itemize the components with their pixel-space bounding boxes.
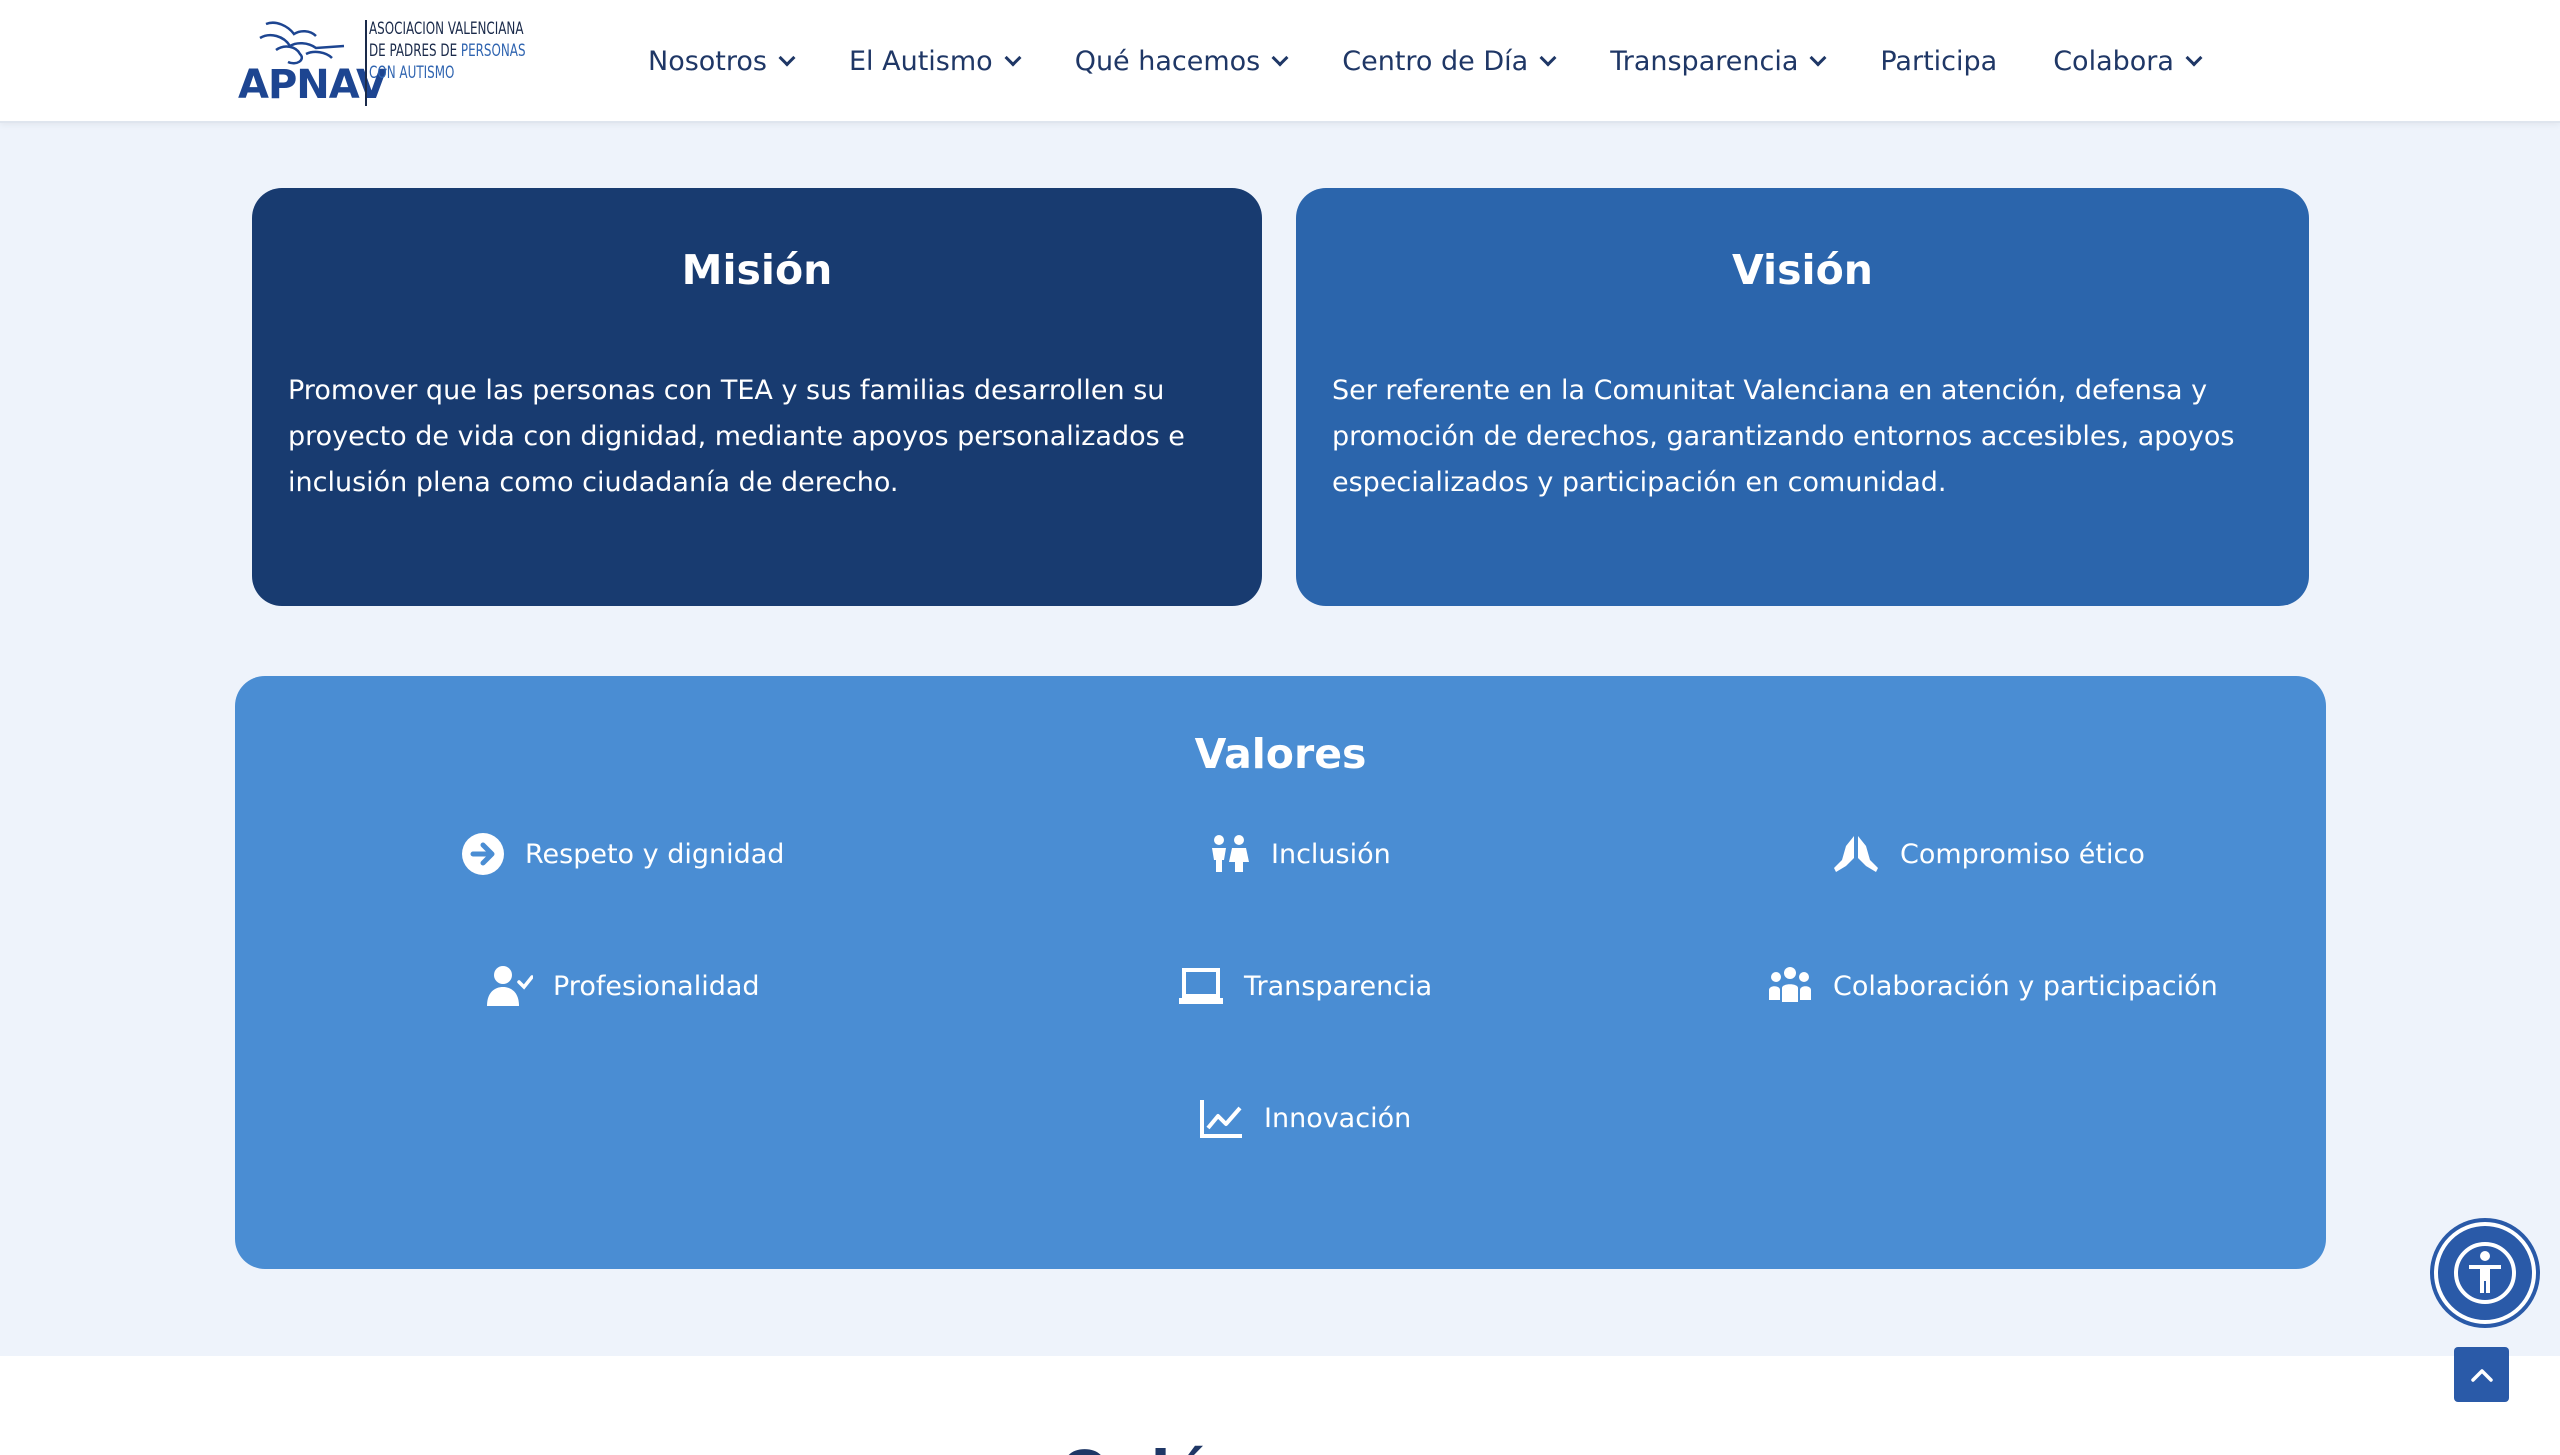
lower-section-title: Quién [1060, 1438, 1251, 1455]
chevron-up-icon [2470, 1368, 2493, 1382]
vision-card: Visión Ser referente en la Comunitat Val… [1296, 188, 2309, 606]
logo-divider [365, 20, 367, 106]
laptop-icon [1179, 968, 1223, 1004]
users-group-icon [1769, 967, 1811, 1002]
chevron-down-icon [1271, 49, 1289, 66]
valor-innovacion: Innovación [1198, 1096, 1411, 1140]
nav-item-label: Colabora [2053, 46, 2174, 77]
valor-label: Colaboración y participación [1833, 970, 2218, 1002]
logo-line-2b: PERSONAS [460, 41, 526, 61]
praying-hands-icon [1834, 836, 1878, 872]
valor-respeto: Respeto y dignidad [461, 832, 784, 876]
nav-item-colabora[interactable]: Colabora [2053, 46, 2203, 77]
valor-label: Profesionalidad [553, 970, 760, 1002]
valor-label: Compromiso ético [1900, 838, 2145, 870]
nav-item-centro-de-dia[interactable]: Centro de Día [1342, 46, 1557, 77]
nav-item-el-autismo[interactable]: El Autismo [848, 46, 1022, 77]
valor-compromiso: Compromiso ético [1832, 832, 2145, 876]
valor-label: Respeto y dignidad [525, 838, 785, 870]
valor-transparencia: Transparencia [1178, 964, 1432, 1008]
site-header: APNAV ASOCIACION VALENCIANA DE PADRES DE… [0, 0, 2560, 123]
logo-subtitle: ASOCIACION VALENCIANA DE PADRES DE PERSO… [369, 18, 526, 84]
nav-item-participa[interactable]: Participa [1880, 46, 1997, 77]
logo-line-3: CON AUTISMO [369, 63, 455, 83]
valor-colaboracion: Colaboración y participación [1767, 964, 2218, 1008]
vision-text: Ser referente en la Comunitat Valenciana… [1332, 375, 2235, 498]
valor-inclusion: Inclusión [1207, 832, 1391, 876]
nav-item-transparencia[interactable]: Transparencia [1610, 46, 1827, 77]
chevron-down-icon [1004, 49, 1022, 66]
nav-item-nosotros[interactable]: Nosotros [648, 46, 796, 77]
nav-item-label: Participa [1880, 46, 1998, 77]
scroll-to-top-button[interactable] [2454, 1347, 2509, 1402]
valor-label: Inclusión [1271, 838, 1391, 870]
nav-item-label: Qué hacemos [1074, 46, 1261, 77]
chevron-down-icon [778, 49, 796, 66]
logo-brand-text: APNAV [238, 62, 387, 108]
logo-line-1: ASOCIACION VALENCIANA [369, 19, 524, 39]
chevron-down-icon [2185, 49, 2203, 66]
apnav-logo[interactable]: APNAV ASOCIACION VALENCIANA DE PADRES DE… [236, 16, 526, 110]
valores-title: Valores [1194, 730, 1367, 778]
nav-item-label: Transparencia [1610, 46, 1799, 77]
nav-item-label: Nosotros [648, 46, 767, 77]
logo-line-2: DE PADRES DE PERSONAS [369, 40, 526, 62]
accessibility-button[interactable] [2434, 1222, 2536, 1324]
valor-label: Innovación [1264, 1102, 1412, 1134]
valor-label: Transparencia [1244, 970, 1433, 1002]
vision-title: Visión [1732, 246, 1873, 294]
chart-line-icon [1200, 1100, 1242, 1138]
accessibility-icon [2454, 1242, 2516, 1304]
mision-text: Promover que las personas con TEA y sus … [288, 375, 1185, 498]
mision-card: Misión Promover que las personas con TEA… [252, 188, 1262, 606]
lower-section: Quién [0, 1356, 2560, 1455]
chevron-down-icon [1809, 49, 1827, 66]
nav-item-label: El Autismo [848, 46, 993, 77]
arrow-circle-right-icon [462, 833, 504, 875]
user-check-icon [487, 966, 533, 1006]
mision-title: Misión [681, 246, 833, 294]
valores-section: Valores Respeto y dignidad Inclusión Com… [235, 676, 2326, 1269]
chevron-down-icon [1539, 49, 1557, 66]
children-icon [1212, 835, 1249, 872]
main-nav: Nosotros El Autismo Qué hacemos Centro d… [648, 0, 2256, 123]
nav-item-que-hacemos[interactable]: Qué hacemos [1074, 46, 1289, 77]
nav-item-label: Centro de Día [1342, 46, 1529, 77]
valor-profesionalidad: Profesionalidad [485, 964, 760, 1008]
logo-line-2a: DE PADRES DE [369, 41, 461, 61]
